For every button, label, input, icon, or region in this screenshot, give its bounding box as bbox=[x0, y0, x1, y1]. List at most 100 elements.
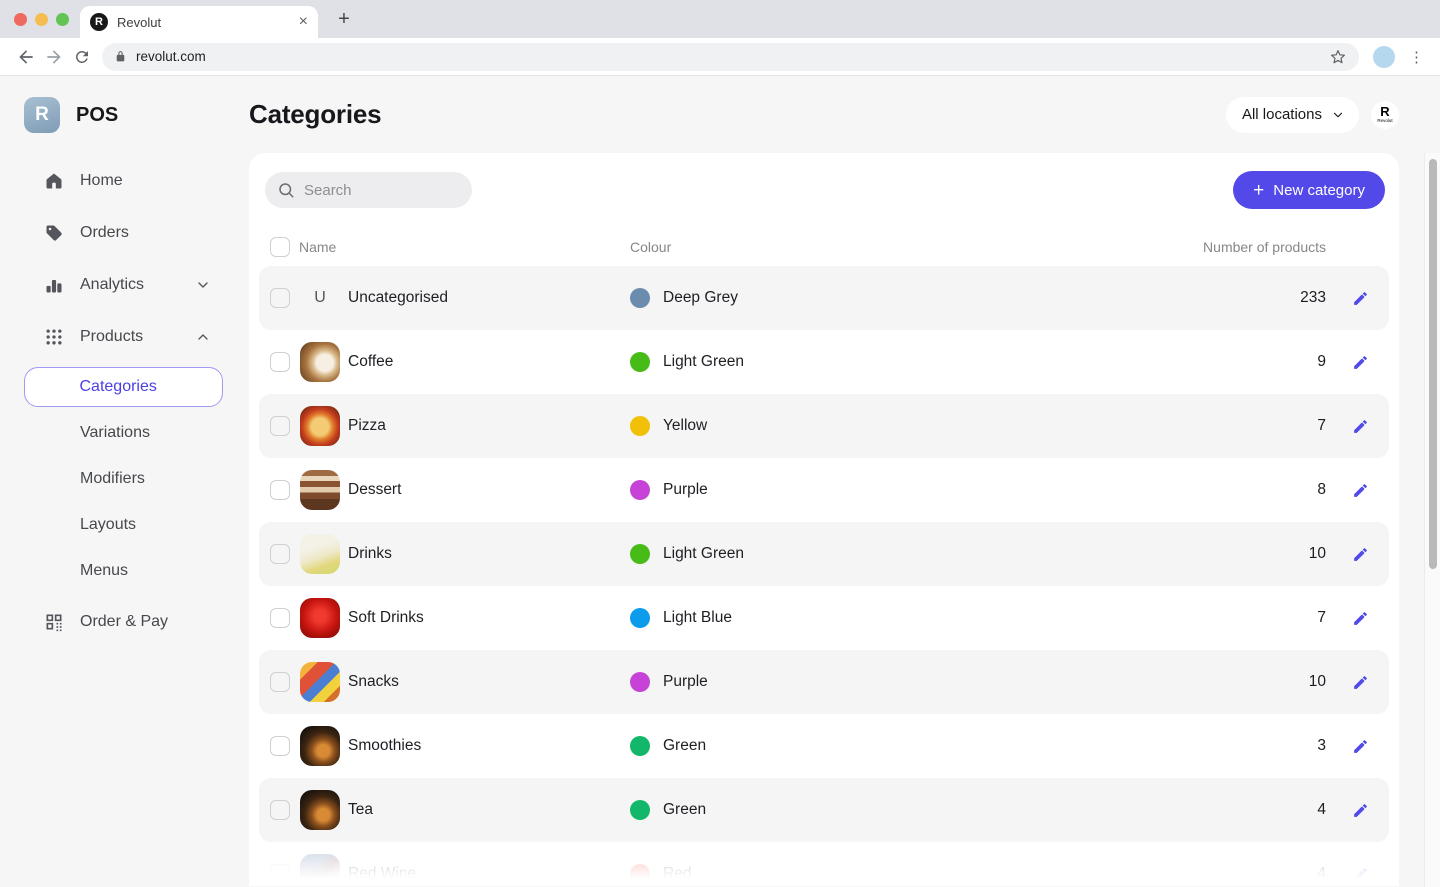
table-row[interactable]: U Uncategorised Deep Grey 233 bbox=[259, 266, 1389, 330]
edit-button[interactable] bbox=[1348, 862, 1372, 886]
edit-button[interactable] bbox=[1348, 798, 1372, 822]
colour-dot bbox=[630, 416, 650, 436]
browser-profile-avatar[interactable] bbox=[1373, 46, 1395, 68]
refresh-icon bbox=[73, 48, 91, 66]
row-checkbox[interactable] bbox=[270, 800, 290, 820]
colour-label: Light Green bbox=[663, 545, 744, 563]
window-minimize-button[interactable] bbox=[35, 13, 48, 26]
table-row[interactable]: Dessert Purple 8 bbox=[259, 458, 1389, 522]
back-button[interactable] bbox=[12, 43, 40, 71]
sidebar-item-order-and-pay[interactable]: Order & Pay bbox=[24, 600, 223, 644]
app-name: POS bbox=[76, 104, 118, 127]
header-right: All locations R Revolut bbox=[1226, 97, 1399, 133]
location-selector[interactable]: All locations bbox=[1226, 97, 1359, 133]
row-name: Drinks bbox=[348, 545, 392, 563]
address-bar[interactable]: revolut.com bbox=[102, 43, 1359, 71]
row-checkbox[interactable] bbox=[270, 864, 290, 884]
revolut-logo-icon: R bbox=[1380, 105, 1389, 118]
row-name: Smoothies bbox=[348, 737, 421, 755]
search-icon bbox=[277, 181, 295, 199]
colour-dot bbox=[630, 544, 650, 564]
edit-button[interactable] bbox=[1348, 606, 1372, 630]
pencil-icon bbox=[1352, 354, 1369, 371]
table-row[interactable]: Soft Drinks Light Blue 7 bbox=[259, 586, 1389, 650]
edit-button[interactable] bbox=[1348, 286, 1372, 310]
browser-tab[interactable]: R Revolut × bbox=[80, 6, 318, 38]
forward-button[interactable] bbox=[40, 43, 68, 71]
product-count: 233 bbox=[1300, 289, 1326, 307]
table-row[interactable]: Snacks Purple 10 bbox=[259, 650, 1389, 714]
edit-button[interactable] bbox=[1348, 734, 1372, 758]
sidebar-subitem-label: Categories bbox=[80, 378, 157, 396]
edit-button[interactable] bbox=[1348, 414, 1372, 438]
row-checkbox[interactable] bbox=[270, 544, 290, 564]
row-checkbox[interactable] bbox=[270, 736, 290, 756]
row-checkbox[interactable] bbox=[270, 608, 290, 628]
colour-label: Light Green bbox=[663, 353, 744, 371]
scrollbar-thumb[interactable] bbox=[1429, 159, 1437, 569]
row-checkbox[interactable] bbox=[270, 672, 290, 692]
edit-button[interactable] bbox=[1348, 542, 1372, 566]
pencil-icon bbox=[1352, 674, 1369, 691]
row-checkbox[interactable] bbox=[270, 416, 290, 436]
table-row[interactable]: Coffee Light Green 9 bbox=[259, 330, 1389, 394]
colour-dot bbox=[630, 352, 650, 372]
row-name: Tea bbox=[348, 801, 373, 819]
colour-dot bbox=[630, 864, 650, 884]
table-row[interactable]: Red Wine Red 4 bbox=[259, 842, 1389, 886]
row-checkbox[interactable] bbox=[270, 480, 290, 500]
product-count: 10 bbox=[1309, 545, 1326, 563]
table-row[interactable]: Pizza Yellow 7 bbox=[259, 394, 1389, 458]
sidebar-item-menus[interactable]: Menus bbox=[24, 551, 223, 591]
new-category-button[interactable]: + New category bbox=[1233, 171, 1385, 209]
revolut-pos-logo: R bbox=[24, 97, 60, 133]
browser-menu-icon[interactable]: ⋮ bbox=[1405, 48, 1428, 66]
tag-icon bbox=[44, 223, 64, 243]
lock-icon bbox=[114, 50, 127, 63]
search-input[interactable] bbox=[304, 182, 454, 199]
sidebar-item-home[interactable]: Home bbox=[24, 159, 223, 203]
new-category-label: New category bbox=[1273, 182, 1365, 199]
sidebar-item-label: Analytics bbox=[80, 276, 144, 294]
sidebar-item-orders[interactable]: Orders bbox=[24, 211, 223, 255]
search-box[interactable] bbox=[265, 172, 472, 208]
table-row[interactable]: Smoothies Green 3 bbox=[259, 714, 1389, 778]
tab-close-icon[interactable]: × bbox=[299, 14, 308, 30]
revolut-favicon-icon: R bbox=[90, 13, 108, 31]
refresh-button[interactable] bbox=[68, 43, 96, 71]
row-checkbox[interactable] bbox=[270, 352, 290, 372]
window-close-button[interactable] bbox=[14, 13, 27, 26]
edit-button[interactable] bbox=[1348, 478, 1372, 502]
edit-button[interactable] bbox=[1348, 350, 1372, 374]
sidebar-item-analytics[interactable]: Analytics bbox=[24, 263, 223, 307]
page-scrollbar[interactable] bbox=[1424, 153, 1440, 887]
product-count: 7 bbox=[1317, 417, 1326, 435]
main-content: Categories All locations R Revolut bbox=[249, 76, 1440, 886]
sidebar-item-modifiers[interactable]: Modifiers bbox=[24, 459, 223, 499]
select-all-checkbox[interactable] bbox=[270, 237, 290, 257]
category-thumbnail bbox=[300, 854, 340, 886]
new-tab-button[interactable]: + bbox=[332, 7, 356, 31]
back-arrow-icon bbox=[16, 47, 36, 67]
product-count: 9 bbox=[1317, 353, 1326, 371]
sidebar-item-variations[interactable]: Variations bbox=[24, 413, 223, 453]
colour-label: Deep Grey bbox=[663, 289, 738, 307]
bookmark-star-icon[interactable] bbox=[1329, 48, 1347, 66]
table-row[interactable]: Drinks Light Green 10 bbox=[259, 522, 1389, 586]
sidebar-item-categories[interactable]: Categories bbox=[24, 367, 223, 407]
product-count: 4 bbox=[1317, 801, 1326, 819]
row-checkbox[interactable] bbox=[270, 288, 290, 308]
table-row[interactable]: Tea Green 4 bbox=[259, 778, 1389, 842]
window-zoom-button[interactable] bbox=[56, 13, 69, 26]
edit-button[interactable] bbox=[1348, 670, 1372, 694]
row-name: Uncategorised bbox=[348, 289, 448, 307]
window-controls bbox=[14, 13, 69, 26]
sidebar-item-label: Home bbox=[80, 172, 123, 190]
sidebar-item-layouts[interactable]: Layouts bbox=[24, 505, 223, 545]
row-name: Coffee bbox=[348, 353, 393, 371]
row-name: Pizza bbox=[348, 417, 386, 435]
colour-label: Purple bbox=[663, 481, 708, 499]
sidebar-item-products[interactable]: Products bbox=[24, 315, 223, 359]
category-thumbnail bbox=[300, 470, 340, 510]
card-toolbar: + New category bbox=[249, 171, 1399, 209]
